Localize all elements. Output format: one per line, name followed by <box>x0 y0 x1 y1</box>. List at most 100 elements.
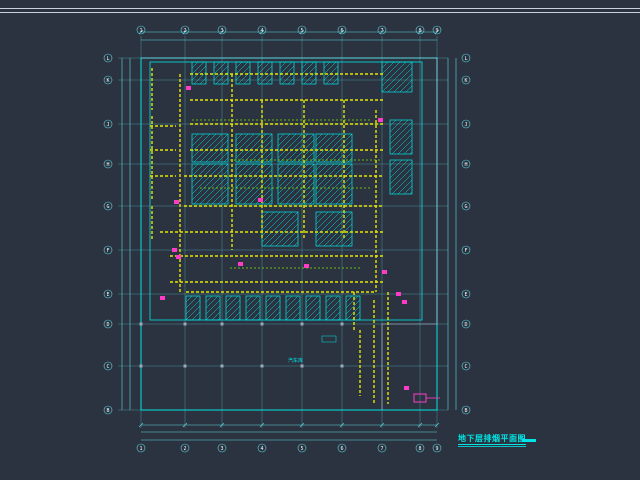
bay-hatch-19-30 <box>231 311 241 321</box>
bay-hatch-16-48 <box>329 223 353 247</box>
bay-hatch-12-66 <box>261 193 273 205</box>
bay-hatch-27-6 <box>389 159 397 167</box>
axis-bubble-col-label-5: 5 <box>300 446 303 452</box>
bay-hatch-2-24 <box>237 71 251 85</box>
axis-bubble-col-label-4: 4 <box>260 28 263 34</box>
bay-hatch-6-12 <box>323 61 337 75</box>
bay-hatch-15-30 <box>261 211 293 243</box>
fire-damper-12 <box>378 118 383 122</box>
bay-hatch-11-72 <box>223 199 229 205</box>
bay-hatch-23-18 <box>305 299 321 315</box>
fire-damper-9 <box>160 296 165 300</box>
bay-hatch-21-24 <box>265 305 281 321</box>
bay-hatch-21-12 <box>265 295 279 309</box>
cad-viewport[interactable]: 1 1 2 2 3 3 4 4 5 5 6 6 7 7 8 8 9 9 L L K K J J H H G G F F E E D D C C B B 汽… <box>0 0 640 480</box>
bay-hatch-0-18 <box>191 65 207 81</box>
bay-hatch-9-36 <box>285 133 315 163</box>
bay-hatch-13-30 <box>277 163 309 195</box>
axis-bubble-col-label-9: 9 <box>435 446 438 452</box>
bay-hatch-8-24 <box>235 133 261 159</box>
bay-hatch-5-18 <box>301 65 317 81</box>
structural-column-10 <box>300 364 304 368</box>
bay-hatch-8-12 <box>235 133 249 147</box>
bay-hatch-25-30 <box>351 311 361 321</box>
bay-hatch-28-30 <box>381 61 413 93</box>
bay-hatch-18-30 <box>211 311 221 321</box>
room-label: 汽车库 <box>288 357 303 364</box>
bay-hatch-11-30 <box>191 163 223 195</box>
bay-hatch-18-24 <box>205 305 221 321</box>
fire-damper-1 <box>176 255 181 259</box>
bay-hatch-0-6 <box>191 61 199 69</box>
axis-bubble-row-label-B: K <box>464 78 467 84</box>
bay-hatch-14-6 <box>315 163 323 171</box>
bay-hatch-12-30 <box>235 163 267 195</box>
bay-hatch-1-30 <box>221 77 229 85</box>
bay-hatch-11-60 <box>211 187 229 205</box>
bay-hatch-7-36 <box>199 133 229 163</box>
bay-hatch-19-6 <box>225 295 233 303</box>
axis-bubble-row-label-E: G <box>106 204 109 210</box>
axis-bubble-col-label-3: 3 <box>220 28 223 34</box>
bay-hatch-19-24 <box>225 305 241 321</box>
bay-hatch-2-12 <box>235 61 249 75</box>
bay-hatch-18-18 <box>205 299 221 315</box>
bay-hatch-28-24 <box>381 61 407 87</box>
bay-hatch-25-18 <box>345 299 361 315</box>
bay-hatch-23-12 <box>305 295 319 309</box>
fire-damper-11 <box>172 248 177 252</box>
fire-damper-7 <box>402 300 407 304</box>
fire-damper-8 <box>186 86 191 90</box>
axis-bubble-row-label-K: B <box>106 408 109 414</box>
bay-hatch-14-30 <box>315 163 347 195</box>
axis-bubble-row-label-A: L <box>106 56 109 62</box>
smoke-duct-run-6 <box>150 125 176 177</box>
bay-hatch-3-6 <box>257 61 265 69</box>
bay-hatch-20-12 <box>245 295 259 309</box>
bay-hatch-8-42 <box>249 139 273 163</box>
bay-hatch-0-12 <box>191 61 205 75</box>
bay-hatch-26-6 <box>389 119 397 127</box>
bay-hatch-16-6 <box>315 211 323 219</box>
fire-damper-3 <box>238 262 243 266</box>
structural-column-0 <box>139 322 143 326</box>
structural-column-7 <box>183 364 187 368</box>
bay-hatch-27-24 <box>389 161 413 185</box>
bay-hatch-15-48 <box>275 223 299 247</box>
bay-hatch-12-36 <box>235 163 273 201</box>
bay-hatch-24-30 <box>331 311 341 321</box>
bay-hatch-11-36 <box>191 163 229 201</box>
bay-hatch-12-12 <box>235 163 249 177</box>
axis-bubble-row-label-H: D <box>464 322 467 328</box>
bay-hatch-4-6 <box>279 61 287 69</box>
bay-hatch-13-48 <box>285 175 315 205</box>
bay-hatch-14-12 <box>315 163 329 177</box>
bay-hatch-20-6 <box>245 295 253 303</box>
axis-bubble-row-label-E: G <box>464 204 467 210</box>
bay-hatch-10-36 <box>323 133 353 163</box>
bay-hatch-9-6 <box>277 133 285 141</box>
bay-hatch-23-30 <box>311 311 321 321</box>
bay-hatch-26-30 <box>389 127 413 151</box>
bay-hatch-15-6 <box>261 211 269 219</box>
bay-hatch-12-72 <box>267 199 273 205</box>
bay-hatch-21-30 <box>271 311 281 321</box>
bay-hatch-24-24 <box>325 305 341 321</box>
bay-hatch-7-60 <box>223 157 229 163</box>
bay-hatch-15-60 <box>287 235 299 247</box>
bay-hatch-14-36 <box>315 163 353 201</box>
bay-hatch-17-24 <box>185 305 201 321</box>
bay-hatch-13-66 <box>303 193 315 205</box>
bay-hatch-13-54 <box>291 181 315 205</box>
bay-hatch-16-30 <box>315 211 347 243</box>
bay-hatch-17-6 <box>185 295 193 303</box>
bay-hatch-13-12 <box>277 163 291 177</box>
bay-hatch-7-6 <box>191 133 199 141</box>
axis-bubble-col-label-8: 8 <box>418 28 421 34</box>
bay-hatch-8-6 <box>235 133 243 141</box>
axis-bubble-row-label-F: F <box>106 248 109 254</box>
bay-hatch-5-12 <box>301 61 315 75</box>
axis-bubble-col-label-1: 1 <box>139 28 142 34</box>
floor-plan-drawing: 1 1 2 2 3 3 4 4 5 5 6 6 7 7 8 8 9 9 L L K K J J H H G G F F E E D D C C B B 汽… <box>103 25 471 453</box>
bay-hatch-4-12 <box>279 61 293 75</box>
